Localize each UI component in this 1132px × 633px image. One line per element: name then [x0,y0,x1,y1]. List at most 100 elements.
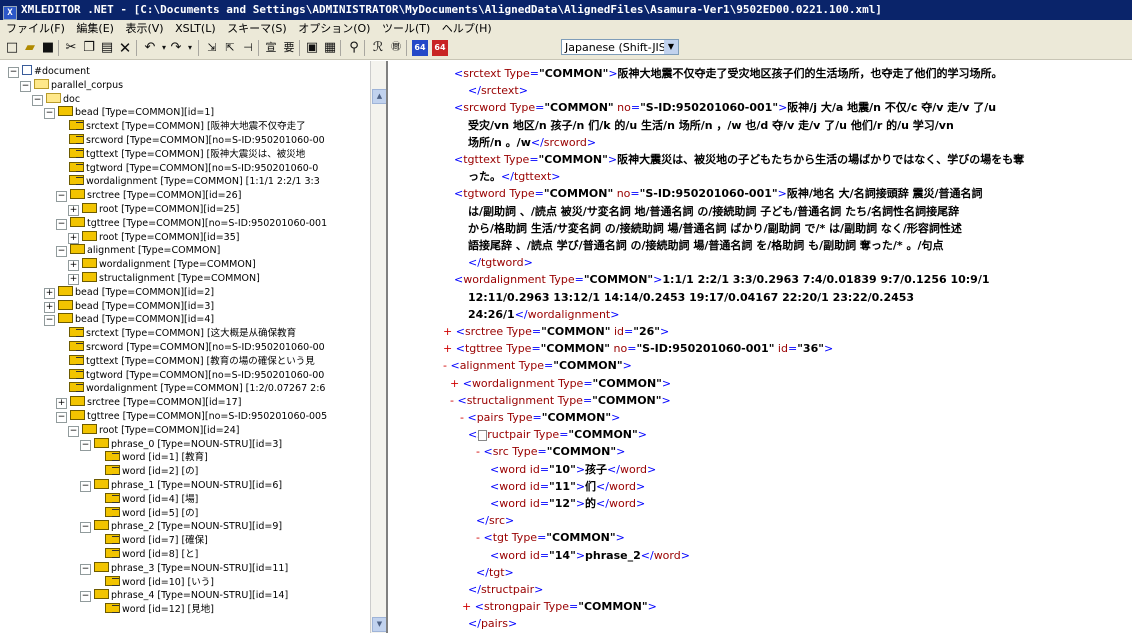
xml-line[interactable]: - <src Type="COMMON"> [476,445,625,459]
transform-icon[interactable]: ▣ [304,40,320,56]
tree-node[interactable]: + wordalignment [Type=COMMON] [68,258,256,272]
tree-node[interactable]: − doc [32,92,80,106]
expand-icon[interactable]: + [68,232,79,244]
tree-node[interactable]: tgttext [Type=COMMON] [阪神大震災は、被災地 [56,147,305,160]
xml-line[interactable]: + <srctree Type="COMMON" id="26"> [443,325,669,339]
xml-line[interactable]: <word id="10">孩子</word> [490,463,656,477]
menu-file[interactable]: ファイル(F) [6,22,65,35]
tree-node[interactable]: + bead [Type=COMMON][id=2] [44,285,214,299]
xml-line[interactable]: - <structalignment Type="COMMON"> [450,394,671,408]
tree-node[interactable]: + structalignment [Type=COMMON] [68,272,260,285]
xml-line[interactable]: </structpair> [468,583,543,597]
expand-icon[interactable]: + [56,398,67,410]
xml-line[interactable]: + <strongpair Type="COMMON"> [462,600,657,614]
xml-line[interactable]: 24:26/1</wordalignment> [468,308,619,322]
tree-node[interactable]: + root [Type=COMMON][id=25] [68,203,239,216]
kanji-tool-2-icon[interactable]: 要 [281,40,297,56]
char-convert-icon[interactable]: ㉄ [388,40,404,56]
collapse-icon[interactable]: − [80,439,91,451]
collapse-icon[interactable]: − [20,80,31,92]
collapse-icon[interactable]: − [32,94,43,106]
tree-node[interactable]: word [id=8] [と] [92,548,198,560]
tree-node[interactable]: wordalignment [Type=COMMON] [1:2/0.07267… [56,382,325,394]
view-output-icon[interactable]: ▦ [322,40,338,56]
tree-node[interactable]: − root [Type=COMMON][id=24] [68,423,239,437]
tree-node[interactable]: − phrase_0 [Type=NOUN-STRU][id=3] [80,437,282,451]
encoding-select[interactable]: Japanese (Shift-JIS ▼ [561,39,679,55]
chevron-down-icon[interactable]: ▼ [664,40,678,54]
tree-node[interactable]: − phrase_4 [Type=NOUN-STRU][id=14] [80,589,288,603]
copy-icon[interactable]: ❐ [81,40,97,56]
tree-node[interactable]: srcword [Type=COMMON][no=S-ID:950201060-… [56,341,325,353]
xml-line[interactable]: 受灾/vn 地区/n 孩子/n 们/k 的/u 生活/n 场所/n ，/w 也/… [468,119,954,133]
node-toggle-icon[interactable] [478,430,487,442]
tree-scrollbar[interactable]: ▲ ▼ [370,61,387,633]
tree-node[interactable]: − #document [8,65,90,78]
expand-icon[interactable]: + [68,274,79,285]
xml-line[interactable]: <word id="11">们</word> [490,480,645,494]
tree-node[interactable]: tgttext [Type=COMMON] [教育の場の確保という見 [56,354,315,367]
tree-node[interactable]: srctext [Type=COMMON] [这大概是从确保教育 [56,327,296,339]
xml-line[interactable]: <word id="12">的</word> [490,497,645,511]
insert-node-icon[interactable]: ⊣ [240,40,256,56]
tree-node[interactable]: word [id=4] [場] [92,492,198,505]
collapse-icon[interactable]: − [56,412,67,423]
menu-tools[interactable]: ツール(T) [382,22,430,35]
menu-view[interactable]: 表示(V) [125,22,163,35]
collapse-icon[interactable]: − [8,67,19,78]
tree-node[interactable]: − alignment [Type=COMMON] [56,244,220,258]
xml-line[interactable]: - <alignment Type="COMMON"> [443,359,632,373]
tree-node[interactable]: − tgttree [Type=COMMON][no=S-ID:950201060… [56,410,327,423]
tree-node[interactable]: tgtword [Type=COMMON][no=S-ID:950201060-… [56,368,324,381]
tree-node[interactable]: srctext [Type=COMMON] [阪神大地震不仅夺走了 [56,120,306,132]
xml-line[interactable]: <structpair Type="COMMON"> [468,428,647,442]
indent-icon[interactable]: ⇲ [204,40,220,56]
base64-encode-icon[interactable]: 64 [412,40,428,56]
expand-icon[interactable]: + [68,260,79,272]
save-icon[interactable]: ■ [40,40,56,56]
tree-node[interactable]: word [id=12] [見地] [92,603,214,615]
expand-icon[interactable]: + [44,301,55,313]
cut-icon[interactable]: ✂ [63,40,79,56]
collapse-icon[interactable]: − [44,315,55,327]
menu-options[interactable]: オプション(O) [298,22,370,35]
xml-line[interactable]: <wordalignment Type="COMMON">1:1/1 2:2/1… [454,273,990,287]
collapse-icon[interactable]: − [56,191,67,203]
tree-node[interactable]: word [id=5] [の] [92,506,198,519]
kanji-tool-icon[interactable]: 宣 [263,40,279,56]
open-folder-icon[interactable]: ▰ [22,40,38,56]
xml-line[interactable]: </tgtword> [468,256,533,270]
xml-line[interactable]: - <pairs Type="COMMON"> [460,411,620,425]
tree-node[interactable]: − tgttree [Type=COMMON][no=S-ID:950201060… [56,216,327,230]
expand-icon[interactable]: + [68,205,79,216]
xml-line[interactable]: は/副助詞 、/読点 被災/サ変名詞 地/普通名詞 の/接続助詞 子ども/普通名… [468,205,959,219]
xml-line[interactable]: 场所/n 。/w</srcword> [468,136,596,150]
tree-node[interactable]: + srctree [Type=COMMON][id=17] [56,396,241,410]
spell-check-icon[interactable]: ℛ [370,40,386,56]
collapse-icon[interactable]: − [80,522,91,534]
find-icon[interactable]: ⚲ [346,40,362,56]
redo-dropdown-icon[interactable]: ▾ [182,40,198,56]
xml-line[interactable]: 語接尾辞 、/読点 学び/普通名詞 の/接続助詞 場/普通名詞 を/格助詞 も/… [468,239,944,253]
xml-line[interactable]: </pairs> [468,617,517,631]
xml-line[interactable]: <word id="14">phrase_2</word> [490,549,690,563]
xml-line[interactable]: <srctext Type="COMMON">阪神大地震不仅夺走了受灾地区孩子们… [454,67,1003,81]
collapse-icon[interactable]: − [80,563,91,575]
tree-node[interactable]: srcword [Type=COMMON][no=S-ID:950201060-… [56,134,325,146]
xml-line[interactable]: </src> [476,514,514,528]
tree-node[interactable]: − bead [Type=COMMON][id=1] [44,106,214,120]
tree-node[interactable]: − bead [Type=COMMON][id=4] [44,313,214,327]
tree-node[interactable]: word [id=2] [の] [92,465,198,477]
menu-help[interactable]: ヘルプ(H) [442,22,492,35]
xml-line[interactable]: </tgt> [476,566,514,580]
tree-node[interactable]: tgtword [Type=COMMON][no=S-ID:950201060-… [56,161,318,174]
xml-view[interactable]: <srctext Type="COMMON">阪神大地震不仅夺走了受灾地区孩子们… [386,61,1132,633]
xml-line[interactable]: + <tgttree Type="COMMON" no="S-ID:950201… [443,342,833,356]
delete-icon[interactable]: ✕ [117,40,133,56]
xml-line[interactable]: </srctext> [468,84,528,98]
base64-decode-icon[interactable]: 64 [432,40,448,56]
tree-node[interactable]: wordalignment [Type=COMMON] [1:1/1 2:2/1… [56,175,320,187]
menu-xslt[interactable]: XSLT(L) [175,22,216,35]
tree-node[interactable]: − phrase_1 [Type=NOUN-STRU][id=6] [80,479,282,492]
tree-node[interactable]: + bead [Type=COMMON][id=3] [44,299,214,313]
